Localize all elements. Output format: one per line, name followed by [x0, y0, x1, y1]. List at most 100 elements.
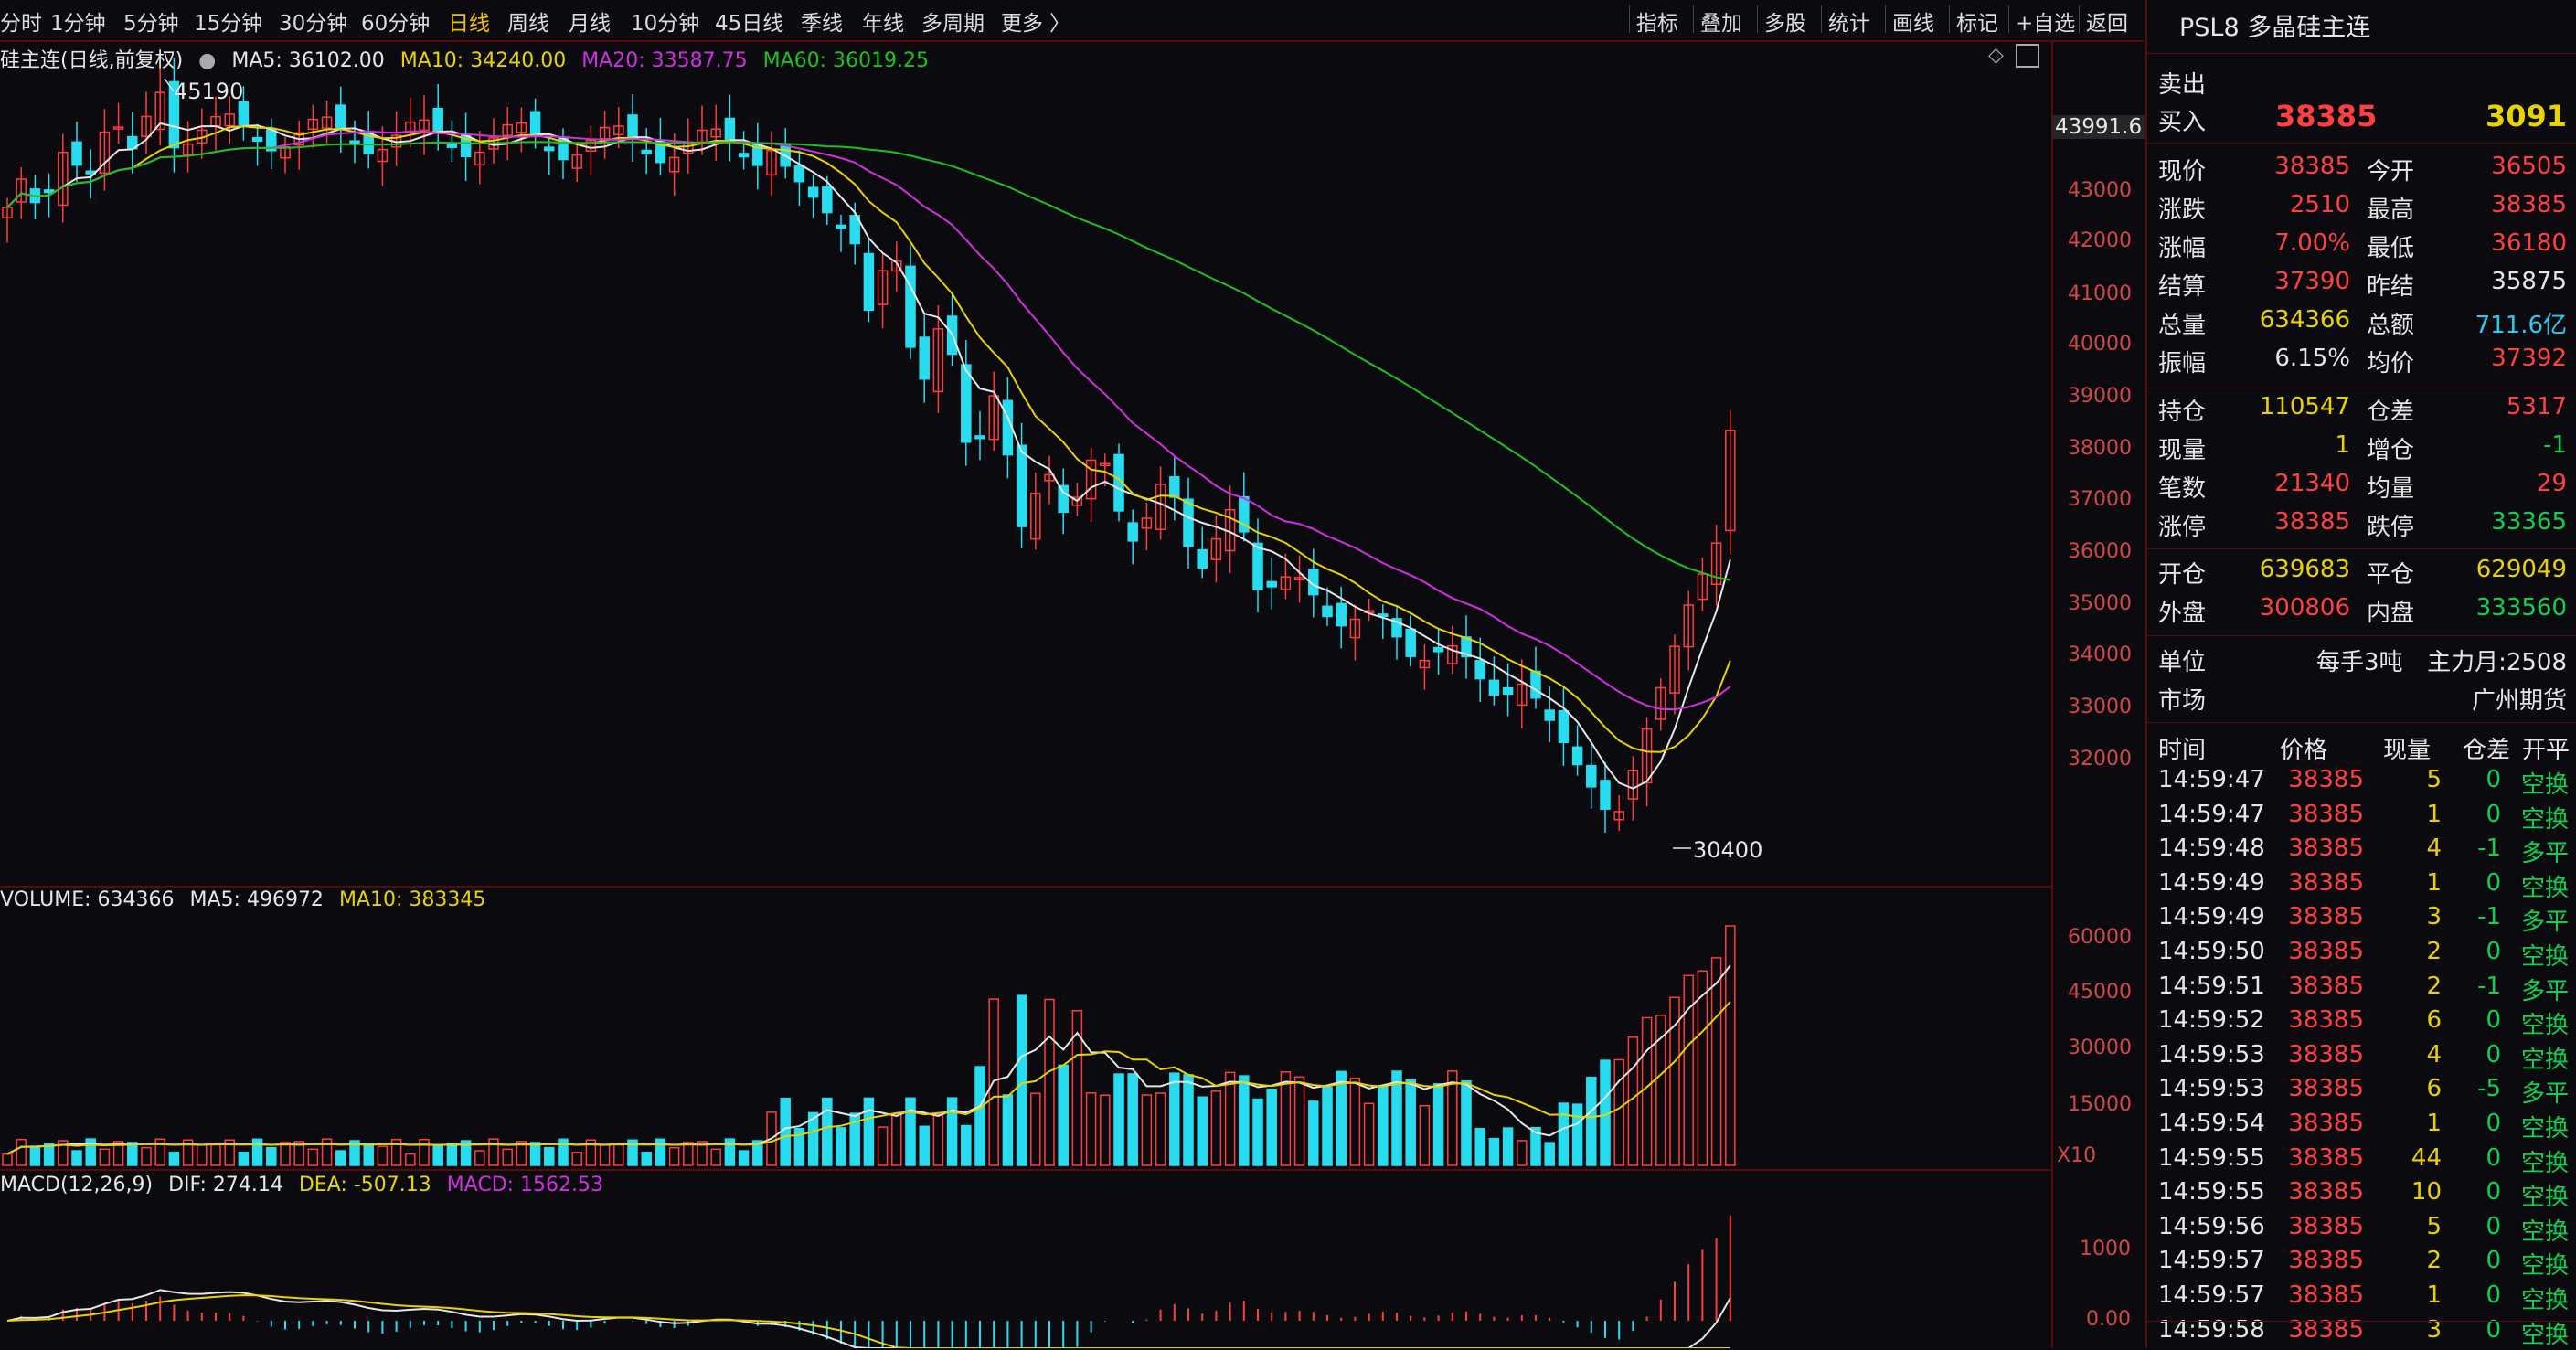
tick-time: 14:59:53 — [2158, 1040, 2265, 1068]
tick-oi-change: 0 — [2486, 800, 2501, 828]
toolbar-separator — [1693, 5, 1694, 33]
quote-label: 今开 — [2367, 158, 2415, 186]
quote-label: 最低 — [2367, 235, 2415, 262]
volume-bar — [1016, 994, 1027, 1166]
tick-time: 14:59:47 — [2158, 800, 2265, 828]
macd-title: MACD(12,26,9) — [0, 1174, 154, 1196]
period-13[interactable]: 多周期 — [921, 5, 985, 37]
unit-value: 每手3吨 — [2316, 649, 2403, 676]
volume-bar — [127, 1142, 138, 1166]
volume-bar — [2, 1153, 13, 1166]
tool-button-4[interactable]: 画线 — [1892, 5, 1934, 37]
candle-body — [1308, 569, 1319, 596]
candle-body — [627, 114, 638, 139]
tick-volume: 1 — [2426, 800, 2442, 828]
candle-body — [946, 315, 958, 356]
volume-bar — [849, 1112, 860, 1166]
quote-label: 涨幅 — [2158, 235, 2207, 262]
position-value: -1 — [2543, 431, 2567, 459]
chart-area[interactable]: 分时 1分钟 5分钟 15分钟 30分钟 60分钟 日线 周线 月线 10分钟 45日线 季线 年线 多周… — [0, 0, 2145, 1348]
volume-bar — [112, 1141, 124, 1166]
period-7[interactable]: 周线 — [507, 5, 549, 37]
volume-bar — [1349, 1077, 1361, 1166]
candle-body — [85, 170, 96, 175]
main-month: 主力月:2508 — [2427, 649, 2567, 676]
candle-body — [1100, 462, 1111, 467]
volume-bar — [780, 1097, 791, 1166]
tick-oi-change: 0 — [2486, 1110, 2501, 1137]
period-14[interactable]: 更多 — [1001, 5, 1043, 37]
volume-bar — [168, 1152, 180, 1166]
vol-ma10-label: MA10: 383345 — [338, 888, 486, 911]
tick-price: 38385 — [2288, 938, 2364, 965]
volume-bar — [1280, 1071, 1292, 1166]
tick-time: 14:59:55 — [2158, 1143, 2265, 1172]
buy-qty: 3091 — [2485, 99, 2567, 133]
volume-bar — [1363, 1102, 1375, 1166]
tick-volume: 5 — [2426, 1212, 2442, 1240]
tool-button-2[interactable]: 多股 — [1764, 5, 1806, 37]
volume-axis-label: 15000 — [2068, 1093, 2132, 1116]
volume-bar — [613, 1143, 624, 1166]
period-15[interactable]: 〉 — [1049, 5, 1070, 37]
volume-bar — [988, 998, 999, 1166]
volume-bar — [1071, 1010, 1083, 1166]
candle-body — [766, 150, 777, 176]
tick-oi-change: 0 — [2486, 1006, 2501, 1035]
tick-price: 38385 — [2288, 1110, 2364, 1137]
candle-body — [1378, 613, 1389, 618]
period-10[interactable]: 45日线 — [715, 5, 783, 37]
period-8[interactable]: 月线 — [569, 5, 611, 37]
position-value: 5317 — [2506, 393, 2567, 420]
volume-bar — [891, 1112, 902, 1166]
candle-body — [697, 129, 708, 144]
period-6[interactable]: 日线 — [448, 5, 490, 37]
volume-bar — [1239, 1075, 1250, 1166]
quote-panel: PSL8 多晶硅主连 卖出 买入 38385 3091 现价 38385 今开 365… — [2145, 0, 2576, 1349]
candle-body — [1016, 444, 1027, 527]
volume-bar — [1183, 1074, 1194, 1166]
diamond-icon[interactable]: ◇ — [1988, 44, 2004, 67]
tick-volume: 10 — [2411, 1178, 2442, 1206]
quote-value: 37392 — [2491, 345, 2567, 372]
candlestick-chart[interactable] — [0, 0, 2144, 1348]
tool-button-3[interactable]: 统计 — [1828, 5, 1870, 37]
candle-body — [1586, 764, 1597, 788]
period-3[interactable]: 15分钟 — [194, 5, 262, 37]
period-4[interactable]: 30分钟 — [279, 5, 347, 37]
period-0[interactable]: 分时 — [0, 5, 42, 37]
candle-body — [780, 144, 791, 167]
period-2[interactable]: 5分钟 — [123, 5, 179, 37]
candle-body — [641, 149, 652, 154]
candle-body — [1197, 548, 1208, 569]
quote-value: 36180 — [2491, 229, 2567, 257]
period-5[interactable]: 60分钟 — [361, 5, 430, 37]
candle-body — [932, 328, 944, 393]
volume-bar — [1600, 1059, 1611, 1166]
period-11[interactable]: 季线 — [801, 5, 843, 37]
openclose-label: 平仓 — [2367, 561, 2415, 589]
volume-bar — [793, 1127, 805, 1166]
period-1[interactable]: 1分钟 — [50, 5, 106, 37]
tick-time: 14:59:53 — [2158, 1075, 2265, 1103]
candle-body — [1030, 493, 1041, 540]
tool-button-0[interactable]: 指标 — [1636, 5, 1678, 37]
price-axis-label: 43000 — [2068, 179, 2132, 202]
panel-toggle-icon[interactable] — [2016, 44, 2039, 68]
tool-button-5[interactable]: 标记 — [1956, 5, 1998, 37]
tick-volume: 1 — [2426, 1110, 2442, 1137]
ma10-line — [6, 125, 1731, 753]
period-9[interactable]: 10分钟 — [631, 5, 699, 37]
volume-bar — [58, 1140, 69, 1166]
position-label: 现量 — [2158, 437, 2207, 464]
position-label: 笔数 — [2158, 475, 2207, 503]
tick-oi-change: 0 — [2486, 1247, 2501, 1275]
tick-oi-change: -1 — [2477, 903, 2501, 931]
period-12[interactable]: 年线 — [862, 5, 904, 37]
tool-button-7[interactable]: 返回 — [2086, 5, 2128, 37]
tool-button-6[interactable]: +自选 — [2016, 5, 2075, 37]
volume-bar — [85, 1138, 96, 1166]
tool-button-1[interactable]: 叠加 — [1700, 5, 1742, 37]
candle-body — [1613, 811, 1624, 821]
settings-circle-icon[interactable]: ● — [198, 49, 216, 72]
